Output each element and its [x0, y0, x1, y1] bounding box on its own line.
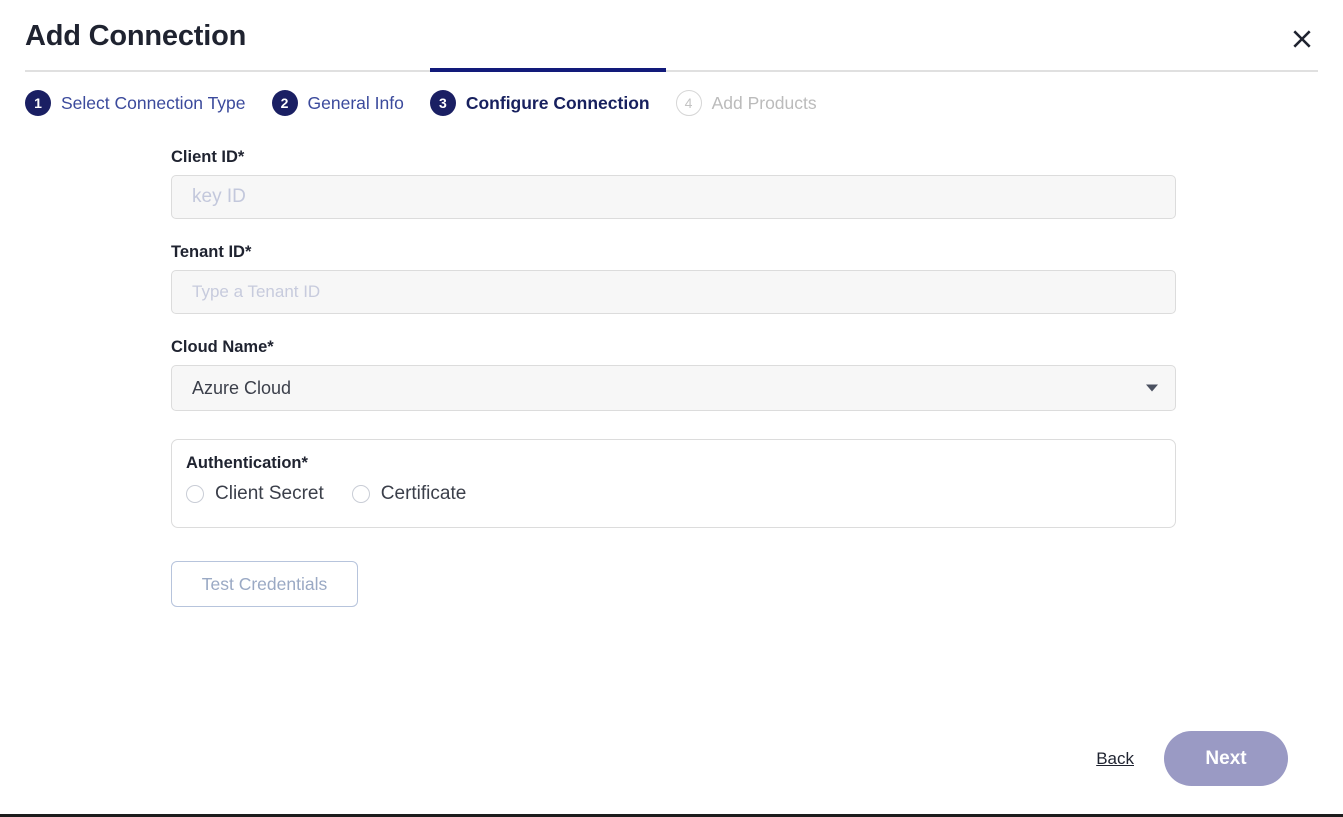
step-number: 2: [271, 90, 298, 116]
tenant-id-label: Tenant ID*: [171, 243, 252, 261]
tenant-id-field: Tenant ID*: [171, 243, 1176, 314]
step-configure-connection[interactable]: 3 Configure Connection: [429, 90, 650, 116]
cloud-name-select[interactable]: Azure Cloud: [171, 365, 1176, 411]
step-number: 1: [25, 90, 51, 116]
authentication-options: Client Secret Certificate: [186, 483, 1175, 505]
client-id-input[interactable]: [171, 175, 1176, 219]
step-label: Select Connection Type: [61, 92, 246, 113]
client-id-field: Client ID*: [171, 148, 1176, 219]
client-id-label: Client ID*: [171, 148, 245, 166]
step-number: 3: [429, 90, 456, 116]
authentication-label: Authentication*: [186, 454, 308, 472]
active-step-underline: [430, 68, 666, 72]
tenant-id-input[interactable]: [171, 270, 1176, 314]
cloud-name-field: Cloud Name* Azure Cloud: [171, 338, 1176, 411]
step-label: Configure Connection: [465, 92, 650, 113]
radio-label: Client Secret: [215, 483, 324, 504]
step-indicator: 1 Select Connection Type 2 General Info …: [25, 86, 817, 120]
dialog-footer: Back Next: [1096, 731, 1288, 786]
step-add-products: 4 Add Products: [675, 90, 817, 116]
radio-certificate[interactable]: Certificate: [351, 483, 467, 505]
cloud-name-select-wrapper: Azure Cloud: [171, 365, 1176, 411]
step-general-info[interactable]: 2 General Info: [271, 90, 404, 116]
configure-connection-form: Client ID* Tenant ID* Cloud Name* Azure …: [171, 148, 1176, 607]
header-divider: [25, 70, 1318, 72]
radio-circle-icon: [351, 485, 370, 503]
back-button[interactable]: Back: [1096, 749, 1134, 769]
dialog-header: Add Connection: [0, 0, 1343, 66]
step-number: 4: [675, 90, 702, 116]
next-button[interactable]: Next: [1164, 731, 1288, 786]
page-title: Add Connection: [25, 20, 247, 52]
radio-circle-icon: [186, 485, 204, 503]
add-connection-dialog: Add Connection 1 Select Connection Type …: [0, 0, 1343, 817]
close-icon[interactable]: [1285, 22, 1319, 56]
step-label: Add Products: [711, 92, 817, 113]
radio-client-secret[interactable]: Client Secret: [186, 483, 324, 505]
step-label: General Info: [307, 92, 404, 113]
authentication-group: Authentication* Client Secret Certificat…: [171, 439, 1176, 528]
radio-label: Certificate: [380, 483, 467, 504]
test-credentials-button[interactable]: Test Credentials: [171, 561, 358, 607]
cloud-name-label: Cloud Name*: [171, 338, 274, 356]
step-select-connection-type[interactable]: 1 Select Connection Type: [25, 90, 246, 116]
